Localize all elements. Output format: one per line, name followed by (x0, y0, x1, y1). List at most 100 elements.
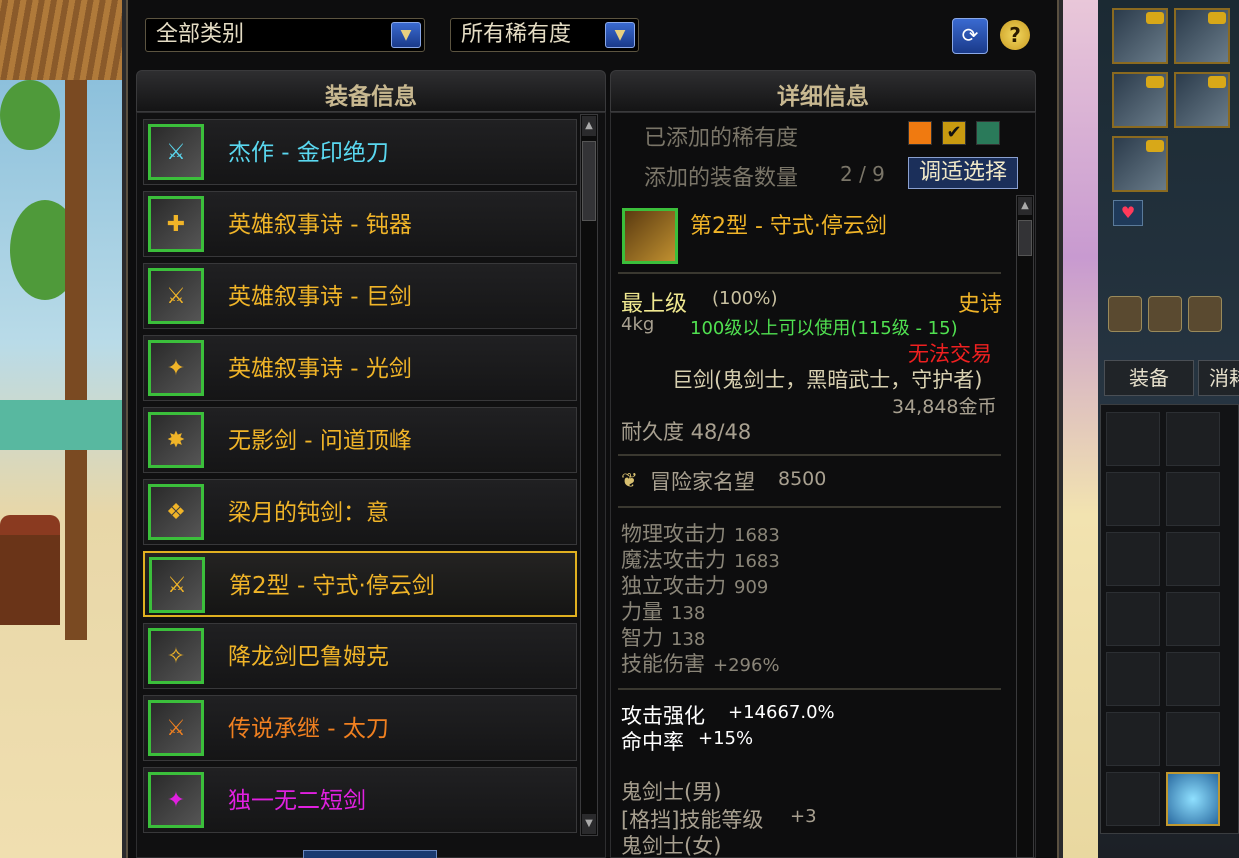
equipment-name: 降龙剑巴鲁姆克 (228, 644, 389, 670)
equipment-list-item[interactable]: ✧ 降龙剑巴鲁姆克 (143, 623, 577, 689)
equipment-name: 英雄叙事诗 - 巨剑 (228, 284, 412, 310)
stat-label: 魔法攻击力 (621, 548, 726, 572)
durability: 耐久度 48/48 (621, 420, 752, 444)
help-icon[interactable]: ? (1000, 20, 1030, 50)
weapon-button[interactable] (1188, 296, 1222, 332)
background-scene-left (0, 0, 122, 858)
hut-post (65, 80, 87, 640)
divider (618, 454, 1001, 456)
inventory-cell[interactable] (1166, 712, 1220, 766)
inventory-cell[interactable] (1106, 772, 1160, 826)
inventory-cell[interactable] (1106, 532, 1160, 586)
inventory-cell[interactable] (1166, 532, 1220, 586)
confirm-button[interactable] (303, 850, 437, 858)
equipment-slot[interactable] (1174, 8, 1230, 64)
scroll-thumb[interactable] (1018, 220, 1032, 256)
stat-label: 独立攻击力 (621, 574, 726, 598)
club-icon: ✚ (148, 196, 204, 252)
sword-icon: ⚔ (148, 124, 204, 180)
level-badge (1146, 140, 1164, 152)
attack-boost-value: +14667.0% (728, 702, 835, 723)
divider (618, 688, 1001, 690)
chevron-down-icon[interactable]: ▼ (391, 22, 421, 48)
level-badge (1208, 12, 1226, 24)
stat-row: 独立攻击力 909 (621, 570, 1001, 598)
stat-row: 物理攻击力 1683 (621, 518, 1001, 546)
item-type: 巨剑(鬼剑士，黑暗武士，守护者) (672, 368, 983, 392)
stat-value: 1683 (734, 551, 780, 572)
scroll-down-icon[interactable]: ▼ (582, 814, 596, 834)
rarity-swatch-legendary[interactable] (908, 121, 932, 145)
selected-item-icon (622, 208, 678, 264)
inventory-cell[interactable] (1106, 592, 1160, 646)
stat-row: 魔法攻击力 1683 (621, 544, 1001, 572)
level-badge (1146, 76, 1164, 88)
lightsaber-icon: ✦ (148, 340, 204, 396)
category-select[interactable]: 全部类别 ▼ (145, 18, 425, 52)
stat-value: 909 (734, 577, 769, 598)
stat-value: +296% (713, 655, 780, 676)
scroll-up-icon[interactable]: ▲ (1018, 197, 1032, 215)
selected-item-name: 第2型 - 守式·停云剑 (690, 214, 887, 239)
scroll-up-icon[interactable]: ▲ (582, 116, 596, 136)
grade-percent: (100%) (712, 288, 778, 309)
equipment-name: 第2型 - 守式·停云剑 (229, 573, 435, 599)
equipment-list-item[interactable]: ✦ 英雄叙事诗 - 光剑 (143, 335, 577, 401)
tab-consumables[interactable]: 消耗 (1198, 360, 1239, 396)
tab-equipment[interactable]: 装备 (1104, 360, 1194, 396)
blunt-sword-icon: ❖ (148, 484, 204, 540)
detail-scrollbar[interactable]: ▲ (1016, 195, 1034, 858)
class-female-label: 鬼剑士(女) (621, 834, 722, 858)
chevron-down-icon[interactable]: ▼ (605, 22, 635, 48)
inventory-cell[interactable] (1106, 712, 1160, 766)
inventory-cell[interactable] (1106, 652, 1160, 706)
dragon-sword-icon: ✧ (148, 628, 204, 684)
equipment-slot[interactable] (1112, 136, 1168, 192)
adjust-selection-button[interactable]: 调适选择 (908, 157, 1018, 189)
equipment-list-item[interactable]: ⚔ 英雄叙事诗 - 巨剑 (143, 263, 577, 329)
added-rarity-label: 已添加的稀有度 (644, 126, 799, 151)
heart-icon[interactable]: ♥ (1113, 200, 1143, 226)
short-sword-icon: ✦ (148, 772, 204, 828)
equipment-list-item[interactable]: ✚ 英雄叙事诗 - 钝器 (143, 191, 577, 257)
rarity-swatch-epic-checked[interactable]: ✔ (942, 121, 966, 145)
inventory-cell[interactable] (1166, 592, 1220, 646)
inventory-cell[interactable] (1166, 412, 1220, 466)
detail-panel-title: 详细信息 (610, 70, 1036, 112)
equipment-list-item[interactable]: ⚔ 第2型 - 守式·停云剑 (143, 551, 577, 617)
list-scrollbar[interactable]: ▲ ▼ (580, 114, 598, 836)
inventory-cell[interactable] (1106, 412, 1160, 466)
equipment-list-item[interactable]: ❖ 梁月的钝剑：意 (143, 479, 577, 545)
level-badge (1208, 76, 1226, 88)
added-count-label: 添加的装备数量 (644, 166, 799, 191)
inventory-item-icon[interactable] (1166, 772, 1220, 826)
stat-row: 力量 138 (621, 596, 1001, 624)
rarity-select[interactable]: 所有稀有度 ▼ (450, 18, 639, 52)
inventory-cell[interactable] (1166, 472, 1220, 526)
stat-value: 138 (671, 603, 706, 624)
equipment-slot[interactable] (1112, 8, 1168, 64)
swap-button[interactable] (1148, 296, 1182, 332)
inventory-cell[interactable] (1106, 472, 1160, 526)
katana-icon: ⚔ (148, 700, 204, 756)
class-male-label: 鬼剑士(男) (621, 780, 722, 804)
refresh-button[interactable]: ⟳ (952, 18, 988, 54)
rarity-swatch-other[interactable] (976, 121, 1000, 145)
stat-label: 技能伤害 (621, 652, 705, 676)
equipment-slot[interactable] (1112, 72, 1168, 128)
equipment-name: 杰作 - 金印绝刀 (228, 140, 389, 166)
stat-row: 技能伤害 +296% (621, 648, 1001, 676)
equipment-list-item[interactable]: ⚔ 传说承继 - 太刀 (143, 695, 577, 761)
equipment-list-item[interactable]: ⚔ 杰作 - 金印绝刀 (143, 119, 577, 185)
equipment-list-item[interactable]: ✸ 无影剑 - 问道顶峰 (143, 407, 577, 473)
scroll-thumb[interactable] (582, 141, 596, 221)
equipment-slot[interactable] (1174, 72, 1230, 128)
rarity-text: 史诗 (958, 292, 1003, 317)
equipment-list-item[interactable]: ✦ 独一无二短剑 (143, 767, 577, 833)
category-select-value: 全部类别 (156, 22, 245, 47)
character-button[interactable] (1108, 296, 1142, 332)
inventory-cell[interactable] (1166, 652, 1220, 706)
greatsword-icon: ⚔ (148, 268, 204, 324)
rarity-select-value: 所有稀有度 (461, 22, 572, 47)
equipment-list: ⚔ 杰作 - 金印绝刀 ✚ 英雄叙事诗 - 钝器 ⚔ 英雄叙事诗 - 巨剑 ✦ 英雄叙事诗 -… (136, 112, 606, 858)
